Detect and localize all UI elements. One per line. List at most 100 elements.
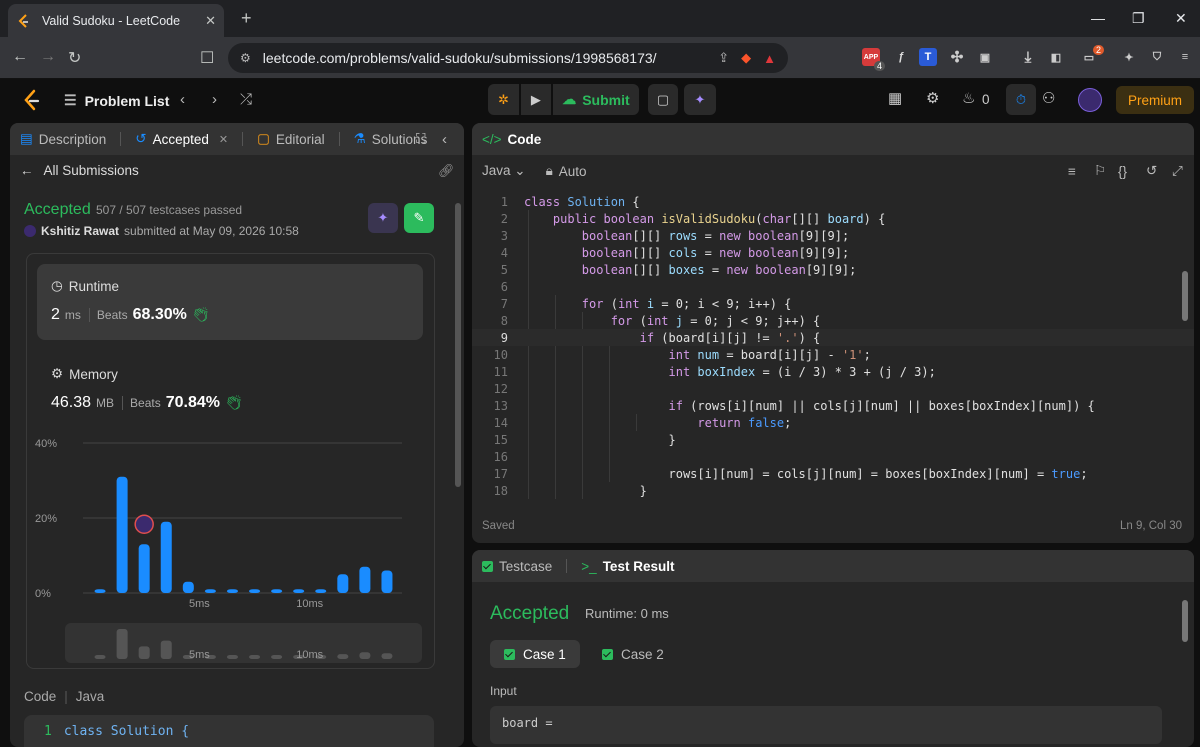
code-line[interactable]: 3 boolean[][] rows = new boolean[9][9]; (472, 227, 1194, 244)
premium-button[interactable]: Premium (1116, 86, 1194, 114)
code-line[interactable]: 1 class Solution { (472, 193, 1194, 210)
code-line[interactable]: 13 if (rows[i][num] || cols[j][num] || b… (472, 397, 1194, 414)
tab-testcase[interactable]: Testcase (482, 559, 552, 574)
bookmark-code-icon[interactable]: ⚐ (1094, 163, 1106, 179)
close-tab-icon[interactable]: ✕ (205, 13, 216, 29)
site-info-icon[interactable]: ⚙ (240, 51, 251, 65)
tab-description[interactable]: ▤ Description (20, 131, 106, 147)
format-icon[interactable]: ≡ (1068, 164, 1076, 179)
runtime-card[interactable]: ◷ Runtime 2 ms Beats 68.30% 👏︎ (37, 264, 423, 340)
code-line[interactable]: 9 if (board[i][j] != '.') { (472, 329, 1194, 346)
code-line[interactable]: 5 boolean[][] boxes = new boolean[9][9]; (472, 261, 1194, 278)
url-text[interactable]: leetcode.com/problems/valid-sudoku/submi… (263, 50, 718, 66)
maximize-icon[interactable]: ⛶ (416, 131, 425, 147)
extensions-puzzle-icon[interactable]: ✣ (948, 48, 966, 66)
brave-shield-icon[interactable]: ◆ (741, 50, 751, 66)
editor-scrollbar[interactable] (1182, 271, 1188, 321)
back-icon[interactable]: ← (12, 48, 28, 66)
close-tab-x-icon[interactable]: ✕ (219, 133, 228, 146)
mini-line-number: 1 (44, 724, 52, 739)
code-line[interactable]: 12 (472, 380, 1194, 397)
tab-test-result[interactable]: >_ Test Result (581, 559, 674, 574)
case-1-tab[interactable]: Case 1 (490, 640, 580, 668)
all-submissions-link[interactable]: ← All Submissions (20, 163, 139, 178)
username[interactable]: Kshitiz Rawat (41, 224, 119, 238)
run-button[interactable]: ▶ (520, 84, 551, 115)
screenshot-icon[interactable]: ▣ (976, 48, 994, 66)
submission-meta: Kshitiz Rawat submitted at May 09, 2026 … (24, 224, 299, 238)
fullscreen-icon[interactable]: ⤢ (1172, 163, 1183, 179)
tab-divider (566, 559, 568, 573)
code-line[interactable]: 18 } (472, 482, 1194, 499)
tab-editorial[interactable]: ▢ Editorial (257, 131, 325, 147)
code-line[interactable]: 10 int num = board[i][j] - '1'; (472, 346, 1194, 363)
code-line[interactable]: 14 return false; (472, 414, 1194, 431)
reload-icon[interactable]: ↻ (68, 48, 81, 68)
code-line[interactable]: 11 int boxIndex = (i / 3) * 3 + (j / 3); (472, 363, 1194, 380)
code-line[interactable]: 6 (472, 278, 1194, 295)
restore-icon[interactable]: ❐ (1132, 10, 1145, 27)
prev-problem-icon[interactable]: ‹ (180, 91, 185, 108)
tab-accepted[interactable]: ↺ Accepted ✕ (135, 131, 228, 147)
vpn-icon[interactable]: ⛉ (1148, 48, 1166, 66)
line-text: int boxIndex = (i / 3) * 3 + (j / 3); (668, 364, 936, 379)
submit-button[interactable]: ☁ Submit (552, 84, 639, 115)
language-select[interactable]: Java ⌄ (482, 163, 526, 179)
forward-icon[interactable]: → (40, 48, 56, 66)
bookmark-icon[interactable]: ☐ (200, 48, 214, 68)
runtime-distribution-chart[interactable]: 40% 20% 0% 5ms 10ms 5ms 10ms (27, 429, 435, 669)
note-button[interactable]: ▢ (648, 84, 678, 115)
function-icon[interactable]: ƒ (892, 48, 910, 66)
mode-label[interactable]: Auto (559, 164, 587, 179)
code-line[interactable]: 8 for (int j = 0; j < 9; j++) { (472, 312, 1194, 329)
link-icon[interactable]: 🔗︎ (438, 163, 455, 179)
test-scrollbar[interactable] (1182, 600, 1188, 642)
leetcode-logo-icon[interactable] (22, 89, 42, 111)
brave-rewards-icon[interactable]: ▲ (763, 51, 776, 66)
problem-list-button[interactable]: ☰ Problem List (64, 92, 169, 109)
user-avatar[interactable] (24, 225, 36, 237)
new-tab-icon[interactable]: + (241, 8, 252, 29)
code-line[interactable]: 17 rows[i][num] = cols[j][num] = boxes[b… (472, 465, 1194, 482)
timer-button[interactable]: ⏱ (1006, 84, 1036, 115)
analyze-ai-button[interactable]: ✦ (368, 203, 398, 233)
clap-icon: 👏︎ (191, 306, 210, 322)
braces-icon[interactable]: {} (1118, 164, 1127, 179)
chart-bar (315, 589, 327, 593)
omnibox[interactable]: ⚙ leetcode.com/problems/valid-sudoku/sub… (228, 43, 788, 73)
close-window-icon[interactable]: ✕ (1175, 10, 1187, 27)
left-panel: ▤ Description ↺ Accepted ✕ ▢ Editorial ⚗ Solu… (10, 123, 464, 747)
debug-button[interactable]: ✲ (488, 84, 519, 115)
add-user-icon[interactable]: ⚇ (1042, 89, 1055, 107)
code-editor[interactable]: 1 class Solution {2 public boolean isVali… (472, 193, 1194, 503)
browser-tab[interactable]: Valid Sudoku - LeetCode ✕ (8, 4, 224, 37)
share-icon[interactable]: ⇪ (718, 50, 729, 66)
layout-icon[interactable]: ▦ (888, 89, 902, 107)
code-line[interactable]: 2 public boolean isValidSudoku(char[][] … (472, 210, 1194, 227)
streak-fire-icon[interactable]: ♨ (962, 89, 975, 107)
line-number: 16 (493, 449, 508, 464)
shuffle-icon[interactable]: ⤮ (240, 91, 252, 108)
avatar[interactable] (1078, 88, 1102, 112)
collapse-icon[interactable]: ‹ (442, 131, 447, 148)
menu-icon[interactable]: ≡ (1176, 48, 1194, 66)
code-line[interactable]: 16 (472, 448, 1194, 465)
reset-icon[interactable]: ↺ (1146, 163, 1157, 179)
code-line[interactable]: 7 for (int i = 0; i < 9; i++) { (472, 295, 1194, 312)
extension-t-icon[interactable]: T (919, 48, 937, 66)
next-problem-icon[interactable]: › (212, 91, 217, 108)
sidebar-icon[interactable]: ◧ (1047, 48, 1065, 66)
minimize-icon[interactable]: — (1091, 10, 1105, 26)
code-line[interactable]: 15 } (472, 431, 1194, 448)
memory-number: 46.38 (51, 394, 92, 411)
memory-card[interactable]: ⚙ Memory 46.38 MB Beats 70.84% 👏︎ (37, 352, 423, 422)
case-2-tab[interactable]: Case 2 (588, 640, 678, 668)
chart-bar (182, 581, 194, 593)
download-icon[interactable]: ⤓ (1019, 48, 1037, 66)
left-scrollbar[interactable] (455, 203, 461, 487)
edit-solution-button[interactable]: ✎ (404, 203, 434, 233)
leo-ai-icon[interactable]: ✦ (1120, 48, 1138, 66)
code-line[interactable]: 4 boolean[][] cols = new boolean[9][9]; (472, 244, 1194, 261)
settings-gear-icon[interactable]: ⚙ (926, 89, 939, 107)
ai-assist-button[interactable]: ✦ (684, 84, 716, 115)
